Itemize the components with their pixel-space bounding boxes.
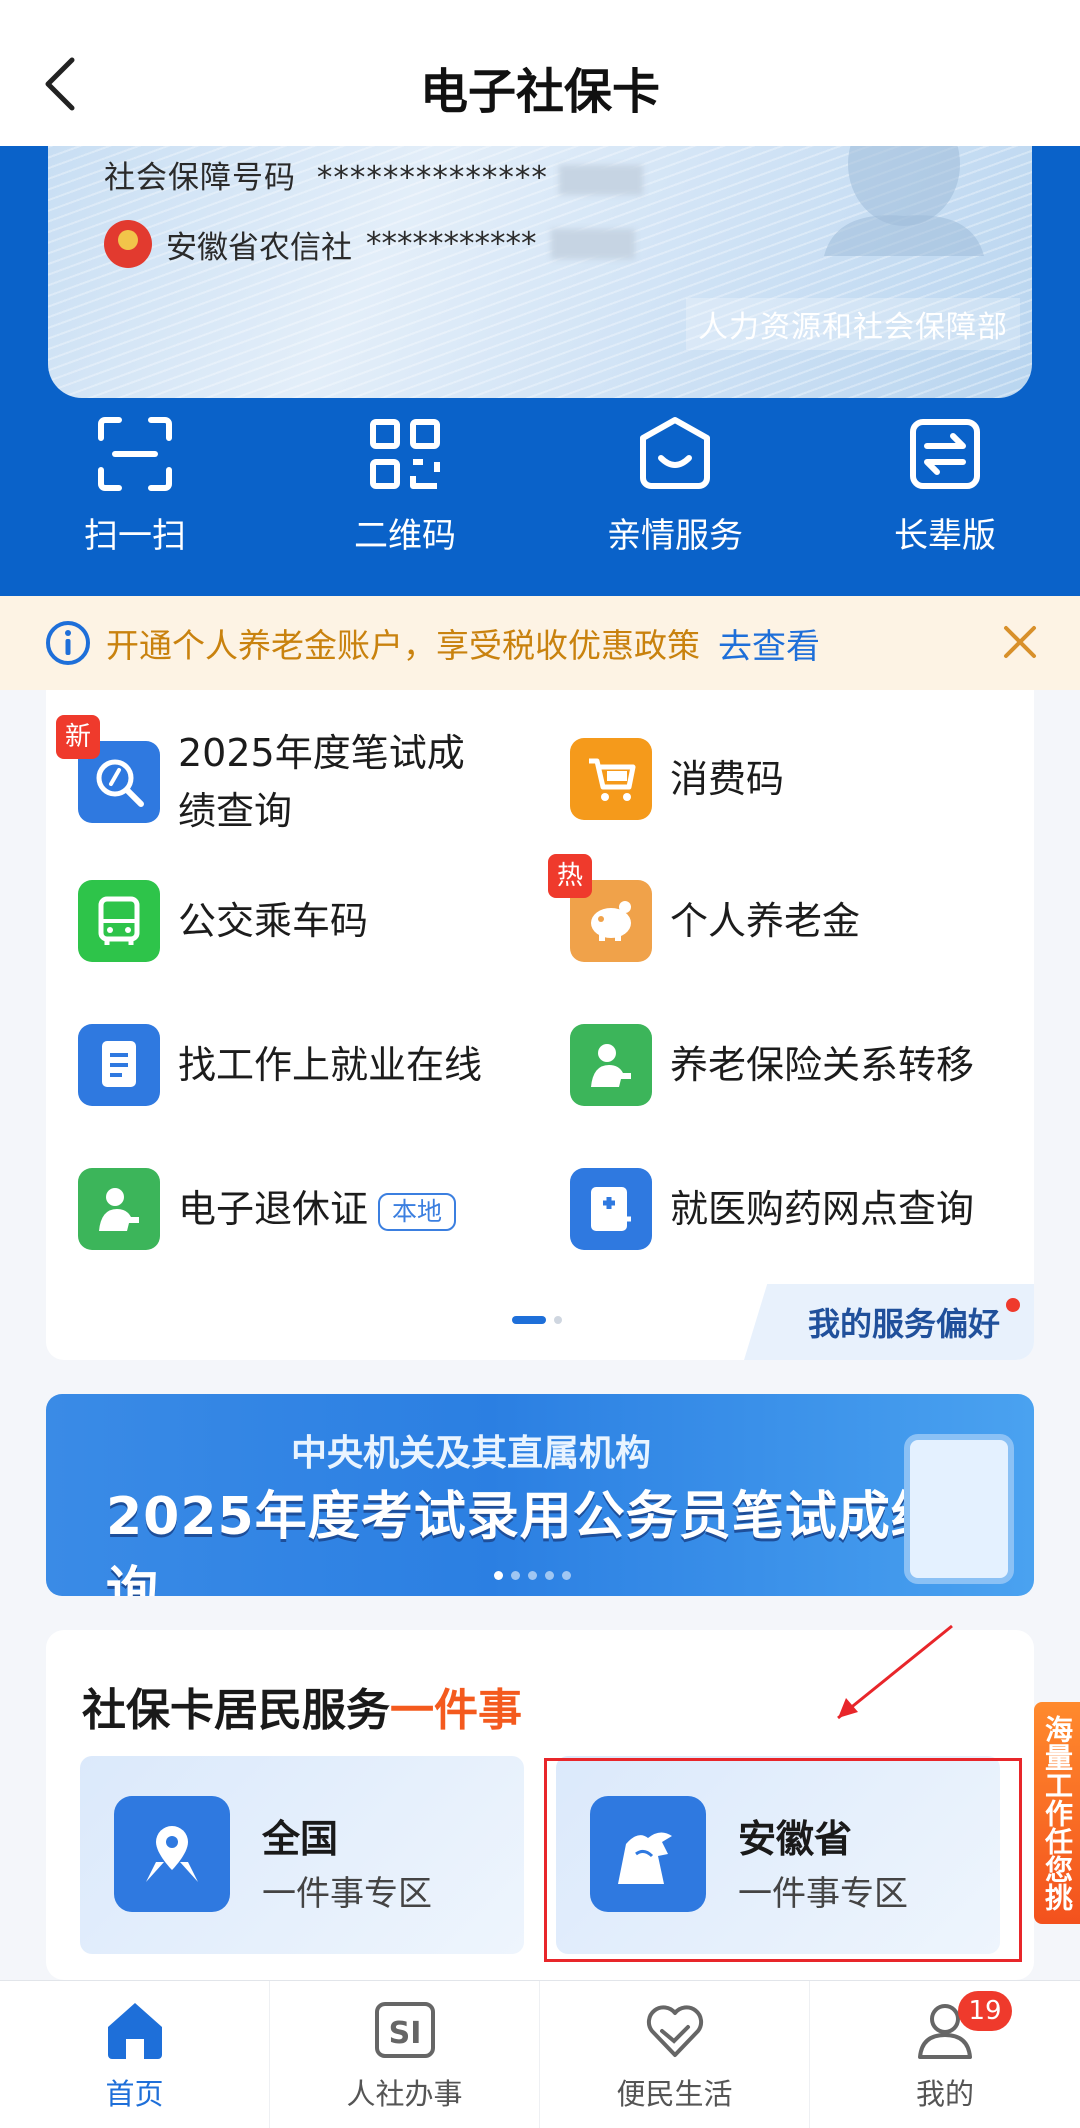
service-bus-code[interactable]: 公交乘车码 (78, 880, 368, 962)
bus-icon (78, 880, 160, 962)
service-job-online[interactable]: 找工作上就业在线 (78, 1024, 482, 1106)
svg-text:SI: SI (388, 2016, 421, 2051)
elder-person-icon (570, 1024, 652, 1106)
page-indicator (512, 1316, 562, 1324)
national-zone-card[interactable]: 全国 一件事专区 (80, 1756, 524, 1954)
zone-subtitle: 一件事专区 (262, 1874, 432, 1914)
ssn-row: 社会保障号码 ************** (104, 152, 643, 197)
section-title: 社保卡居民服务一件事 (82, 1685, 522, 1736)
avatar-silhouette-icon (824, 146, 984, 256)
heart-hands-icon (646, 2005, 703, 2057)
service-pension-transfer[interactable]: 养老保险关系转移 (570, 1024, 974, 1106)
promo-banner[interactable]: 中央机关及其直属机构 2025年度考试录用公务员笔试成绩查询 (46, 1394, 1034, 1596)
nav-label: 便民生活 (616, 2077, 733, 2111)
elder-mode-label: 长辈版 (894, 516, 996, 556)
notice-text: 开通个人养老金账户，享受税收优惠政策 (106, 626, 700, 665)
highlight-box (544, 1758, 1022, 1962)
service-label: 公交乘车码 (178, 899, 369, 943)
family-service-button[interactable]: 亲情服务 (540, 416, 810, 576)
cart-icon (570, 738, 652, 820)
social-security-card[interactable]: 社会保障号码 ************** 安徽省农信社 ***********… (48, 146, 1032, 398)
elder-mode-button[interactable]: 长辈版 (810, 416, 1080, 576)
service-consumption-code[interactable]: 消费码 (570, 738, 784, 820)
service-grid: 新 2025年度笔试成绩查询 消费码 公交乘车码 热 个人养老金 找工作上就业在… (46, 690, 1034, 1360)
new-badge: 新 (56, 715, 100, 759)
bank-name: 安徽省农信社 (166, 229, 352, 266)
bank-row: 安徽省农信社 *********** (104, 220, 635, 268)
service-label: 养老保险关系转移 (670, 1043, 975, 1087)
ssn-label: 社会保障号码 (104, 160, 296, 196)
notice-bar[interactable]: 开通个人养老金账户，享受税收优惠政策 去查看 (0, 596, 1080, 690)
service-retirement-cert[interactable]: 电子退休证 本地 (78, 1168, 457, 1250)
page-title: 电子社保卡 (419, 64, 660, 120)
service-label: 找工作上就业在线 (178, 1043, 483, 1087)
nav-life[interactable]: 便民生活 (540, 1981, 810, 2128)
nav-label: 首页 (105, 2077, 164, 2111)
service-label: 个人养老金 (670, 899, 861, 943)
service-personal-pension[interactable]: 热 个人养老金 (548, 854, 861, 962)
top-header: 电子社保卡 (0, 0, 1080, 146)
family-service-icon (640, 417, 710, 489)
scan-label: 扫一扫 (84, 516, 186, 556)
nav-services[interactable]: SI 人社办事 (270, 1981, 540, 2128)
qr-code-icon (370, 419, 440, 489)
service-preference-button[interactable]: 我的服务偏好 (744, 1284, 1034, 1360)
notice-view-link[interactable]: 去查看 (718, 619, 820, 668)
document-icon (78, 1024, 160, 1106)
service-exam-score[interactable]: 新 2025年度笔试成绩查询 (56, 715, 478, 840)
service-label: 2025年度笔试成绩查询 (178, 731, 465, 833)
notification-count-badge: 19 (958, 1991, 1012, 2031)
bank-logo-icon (104, 220, 152, 268)
banner-indicator (494, 1571, 571, 1580)
hot-badge: 热 (548, 854, 592, 898)
qr-code-label: 二维码 (354, 516, 456, 556)
bottom-navigation: 首页 SI 人社办事 便民生活 19 我的 (0, 1980, 1080, 2128)
info-icon (46, 621, 90, 665)
preference-label: 我的服务偏好 (807, 1305, 1000, 1343)
zone-title: 全国 (262, 1817, 339, 1861)
notification-dot (1006, 1298, 1020, 1312)
home-icon (107, 2003, 162, 2059)
job-float-button[interactable]: 海量工作任您挑 (1034, 1702, 1080, 1924)
scan-button[interactable]: 扫一扫 (0, 416, 270, 576)
local-tag: 本地 (378, 1192, 457, 1231)
service-label: 电子退休证 本地 (178, 1180, 457, 1238)
elder-mode-icon (910, 419, 980, 489)
retiree-icon (78, 1168, 160, 1250)
service-label: 消费码 (670, 757, 785, 801)
nav-mine[interactable]: 19 我的 (810, 1981, 1080, 2128)
location-pin-icon (114, 1796, 230, 1912)
card-issuer: 人力资源和社会保障部 (686, 298, 1020, 350)
qr-code-button[interactable]: 二维码 (270, 416, 540, 576)
family-service-label: 亲情服务 (607, 516, 743, 556)
ssn-masked: ************** (316, 160, 548, 196)
service-label: 就医购药网点查询 (670, 1187, 975, 1231)
medical-document-icon (570, 1168, 652, 1250)
banner-subtitle: 中央机关及其直属机构 (290, 1433, 651, 1474)
service-medical-outlets[interactable]: 就医购药网点查询 (570, 1168, 974, 1250)
piggy-bank-icon: 热 (548, 854, 652, 962)
si-icon: SI (374, 2002, 435, 2058)
phone-illustration-icon (904, 1434, 1014, 1584)
annotation-arrow-icon (837, 1624, 953, 1720)
nav-label: 人社办事 (346, 2077, 463, 2111)
nav-home[interactable]: 首页 (0, 1981, 270, 2128)
nav-label: 我的 (915, 2077, 974, 2111)
quick-actions: 扫一扫 二维码 亲情服务 长辈版 (0, 416, 1080, 576)
scan-icon (98, 417, 172, 491)
card-area: 社会保障号码 ************** 安徽省农信社 ***********… (0, 146, 1080, 596)
exam-search-icon: 新 (56, 715, 160, 823)
close-icon[interactable] (1002, 624, 1038, 660)
bank-masked: *********** (366, 226, 537, 262)
